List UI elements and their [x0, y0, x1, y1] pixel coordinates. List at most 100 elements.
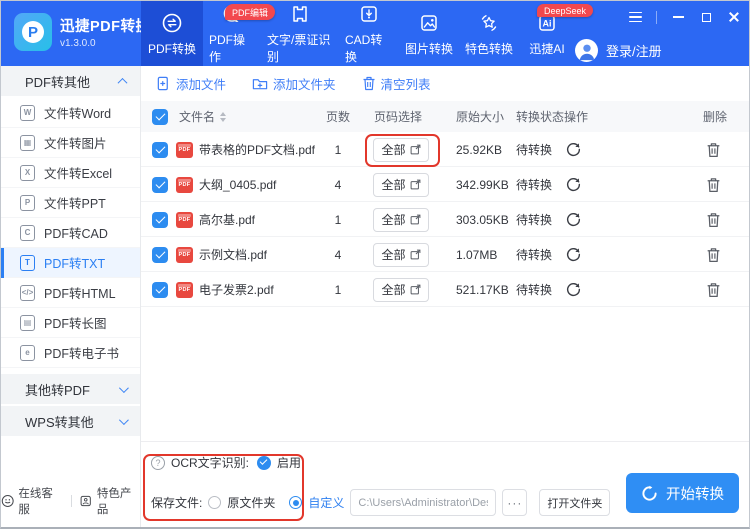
add-folder-button[interactable]: 添加文件夹 [252, 74, 336, 93]
close-button[interactable] [727, 10, 741, 24]
convert-status: 待转换 [516, 283, 553, 297]
file-size: 521.17KB [456, 282, 509, 297]
file-size: 1.07MB [456, 247, 498, 262]
convert-action-button[interactable] [563, 132, 583, 167]
tab-label: 迅捷AI [529, 41, 565, 56]
cad-convert-icon [357, 2, 381, 26]
sidebar-item-file-to-ppt[interactable]: P 文件转PPT [1, 188, 140, 218]
page-select-button[interactable]: 全部 [373, 137, 429, 162]
minimize-button[interactable] [671, 10, 685, 24]
row-checkbox[interactable] [152, 176, 168, 193]
sidebar-item-label: PDF转HTML [44, 287, 116, 301]
login-register-link[interactable]: 登录/注册 [606, 41, 662, 60]
section-label: 其他转PDF [25, 382, 91, 398]
chevron-up-icon [117, 77, 128, 88]
sidebar-item-pdf-to-longimage[interactable]: ▤ PDF转长图 [1, 308, 140, 338]
save-label: 保存文件: [151, 496, 203, 510]
page-select-label: 全部 [381, 213, 406, 227]
edit-pages-icon [410, 249, 420, 260]
open-folder-button[interactable]: 打开文件夹 [539, 489, 611, 516]
sidebar-item-label: PDF转电子书 [44, 347, 120, 361]
save-setting-row: 保存文件: 原文件夹 自定义 ··· 打开文件夹 [151, 489, 611, 516]
delete-row-button[interactable] [703, 272, 723, 307]
convert-action-button[interactable] [563, 202, 583, 237]
tab-special-convert[interactable]: 特色转换 [459, 1, 519, 66]
convert-action-button[interactable] [563, 237, 583, 272]
file-name: 高尔基.pdf [199, 213, 256, 227]
sidebar-section-other-to-pdf[interactable]: 其他转PDF [1, 374, 140, 404]
sidebar-item-pdf-to-ebook[interactable]: e PDF转电子书 [1, 338, 140, 368]
tab-ocr[interactable]: 文字/票证识别 [261, 1, 339, 66]
trash-icon [707, 282, 719, 297]
delete-row-button[interactable] [703, 132, 723, 167]
tab-pdf-operate[interactable]: PDF编辑 PDF操作 [203, 1, 276, 66]
tab-pdf-convert[interactable]: PDF转换 [141, 1, 203, 66]
add-file-button[interactable]: 添加文件 [156, 74, 226, 93]
convert-progress-icon [642, 485, 657, 501]
start-button-label: 开始转换 [666, 486, 724, 503]
featured-products-link[interactable]: 特色产品 [79, 485, 141, 517]
deepseek-badge: DeepSeek [537, 4, 594, 17]
sidebar-item-pdf-to-html[interactable]: </> PDF转HTML [1, 278, 140, 308]
sidebar-section-wps-to-other[interactable]: WPS转其他 [1, 406, 140, 436]
sidebar-item-label: 文件转Word [44, 107, 112, 121]
clear-list-button[interactable]: 清空列表 [362, 74, 431, 93]
trash-icon [707, 247, 719, 262]
row-checkbox[interactable] [152, 211, 168, 228]
column-page-select: 页码选择 [374, 110, 423, 124]
table-row: PDF 大纲_0405.pdf 4 全部 342.99KB 待转换 [141, 167, 749, 202]
pdf-file-icon: PDF [176, 141, 193, 158]
file-ppt-icon: P [20, 194, 35, 211]
ocr-status: 启用 [277, 456, 302, 470]
page-select-button[interactable]: 全部 [373, 277, 429, 302]
page-select-button[interactable]: 全部 [373, 207, 429, 232]
sidebar-item-pdf-to-cad[interactable]: C PDF转CAD [1, 218, 140, 248]
sidebar-item-file-to-word[interactable]: W 文件转Word [1, 98, 140, 128]
tab-cad-convert[interactable]: CAD转换 [339, 1, 399, 66]
sidebar-item-file-to-image[interactable]: ▦ 文件转图片 [1, 128, 140, 158]
online-support-link[interactable]: 在线客服 [1, 485, 63, 517]
select-all-checkbox[interactable] [152, 108, 168, 125]
sort-icon[interactable] [220, 111, 227, 122]
browse-button[interactable]: ··· [502, 489, 528, 516]
row-checkbox[interactable] [152, 281, 168, 298]
menu-icon[interactable] [628, 10, 642, 24]
page-select-button[interactable]: 全部 [373, 172, 429, 197]
page-select-label: 全部 [381, 283, 406, 297]
convert-action-button[interactable] [563, 272, 583, 307]
check-circle-icon[interactable] [257, 455, 272, 470]
save-path-input[interactable] [350, 489, 497, 516]
file-name: 大纲_0405.pdf [199, 178, 277, 192]
delete-row-button[interactable] [703, 237, 723, 272]
controls-divider [656, 10, 657, 24]
tab-label: 文字/票证识别 [267, 33, 331, 64]
sidebar-item-file-to-excel[interactable]: X 文件转Excel [1, 158, 140, 188]
page-select-button[interactable]: 全部 [373, 242, 429, 267]
sidebar-section-pdf-to-other[interactable]: PDF转其他 [1, 66, 140, 96]
radio-original-folder[interactable] [208, 496, 222, 509]
convert-action-button[interactable] [563, 167, 583, 202]
add-file-icon [157, 76, 168, 91]
original-folder-label: 原文件夹 [227, 496, 276, 510]
page-select-label: 全部 [381, 143, 406, 157]
pdf-longimage-icon: ▤ [20, 314, 35, 331]
settings-panel: OCR文字识别: 启用 保存文件: 原文件夹 自定义 ··· 打开文件夹 开始转… [141, 441, 749, 527]
page-count: 1 [334, 212, 342, 227]
row-checkbox[interactable] [152, 141, 168, 158]
avatar[interactable] [575, 39, 598, 62]
section-label: WPS转其他 [25, 414, 94, 430]
delete-row-button[interactable] [703, 202, 723, 237]
tab-label: 特色转换 [465, 41, 514, 56]
edit-pages-icon [410, 284, 420, 295]
start-convert-button[interactable]: 开始转换 [626, 473, 739, 513]
help-icon[interactable] [151, 455, 165, 470]
sidebar-item-pdf-to-txt[interactable]: T PDF转TXT [1, 248, 140, 278]
radio-custom-folder[interactable] [289, 496, 303, 509]
delete-row-button[interactable] [703, 167, 723, 202]
maximize-button[interactable] [699, 10, 713, 24]
tab-ai[interactable]: DeepSeek Ai 迅捷AI [519, 1, 594, 66]
row-checkbox[interactable] [152, 246, 168, 263]
custom-folder-label: 自定义 [308, 496, 345, 510]
tab-image-convert[interactable]: 图片转换 [399, 1, 459, 66]
image-convert-icon [417, 11, 441, 35]
